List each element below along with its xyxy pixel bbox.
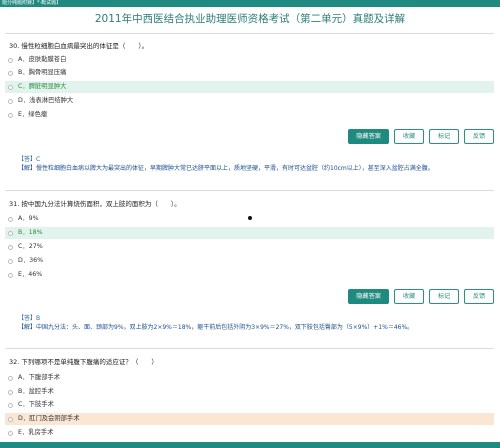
question-text: 30. 慢性粒细胞白血病最突出的体征是（ ）。 (9, 42, 149, 50)
radio-icon[interactable] (8, 402, 13, 408)
radio-icon[interactable] (8, 244, 13, 250)
favorite-button[interactable]: 收藏 (394, 129, 424, 144)
option-d[interactable]: D．肛门及会阴部手术 (5, 413, 494, 425)
option-c[interactable]: C．下肢手术 (5, 399, 494, 411)
option-a[interactable]: A．皮肤黏膜苍白 (5, 54, 494, 66)
option-b[interactable]: B．盆腔手术 (5, 386, 494, 398)
option-label: B．胸骨明显压痛 (18, 69, 67, 76)
hide-answer-button[interactable]: 隐藏答案 (348, 289, 389, 304)
option-c[interactable]: C．27% (5, 241, 494, 253)
breadcrumb[interactable]: 题分纯题附赛】*·概试题】 (0, 0, 120, 7)
radio-icon[interactable] (8, 84, 13, 90)
option-label: E．46% (18, 271, 43, 278)
option-label: E．绿色瘤 (18, 111, 48, 118)
option-label: A．9% (18, 215, 39, 222)
question-actions: 隐藏答案 收藏 标记 反馈 (348, 289, 494, 304)
option-label: D．肛门及会阴部手术 (18, 415, 80, 422)
option-label: A．下腹部手术 (18, 374, 61, 381)
hide-answer-button[interactable]: 隐藏答案 (348, 129, 389, 144)
option-label: B．18% (18, 229, 43, 236)
radio-icon[interactable] (8, 70, 13, 76)
radio-icon[interactable] (8, 416, 13, 422)
question-text: 32. 下列哪项不是单纯腹下腹痛的适应证？（ ） (9, 358, 158, 366)
question-actions: 隐藏答案 收藏 标记 反馈 (348, 129, 494, 144)
radio-icon[interactable] (8, 389, 13, 395)
radio-icon[interactable] (8, 98, 13, 104)
option-label: C．下肢手术 (18, 401, 54, 408)
option-e[interactable]: E．46% (5, 269, 494, 281)
radio-icon[interactable] (8, 272, 13, 278)
top-bar: 题分纯题附赛】*·概试题】 (0, 0, 500, 7)
option-label: C．脾脏明显肿大 (18, 83, 67, 90)
divider (5, 348, 494, 349)
answer-text: 【答】B (18, 315, 41, 322)
option-e[interactable]: E．绿色瘤 (5, 109, 494, 121)
radio-icon[interactable] (8, 230, 13, 236)
page-title: 2011年中西医结合执业助理医师资格考试（第二单元）真题及详解 (94, 13, 406, 25)
mark-button[interactable]: 标记 (429, 129, 459, 144)
divider (5, 33, 494, 34)
option-label: E．乳房手术 (18, 429, 54, 436)
option-a[interactable]: A．下腹部手术 (5, 372, 494, 384)
answer-block: 【答】C 【解】慢性粒细胞白血病以脾大为最突出的体征，早期脾肿大常已达脐平面以上… (18, 155, 434, 173)
option-label: B．盆腔手术 (18, 388, 54, 395)
answer-block: 【答】B 【解】中国九分法：头、面、颈部为9%，双上肢为2×9%＝18%，躯干前… (18, 314, 413, 332)
option-label: A．皮肤黏膜苍白 (18, 56, 67, 63)
option-label: D．36% (18, 257, 44, 264)
answer-text: 【答】C (18, 156, 41, 163)
radio-icon[interactable] (8, 375, 13, 381)
option-b[interactable]: B．18% (5, 227, 494, 239)
mark-button[interactable]: 标记 (429, 289, 459, 304)
feedback-button[interactable]: 反馈 (464, 289, 494, 304)
bottom-bar (0, 442, 500, 448)
option-e[interactable]: E．乳房手术 (5, 427, 494, 439)
feedback-button[interactable]: 反馈 (464, 129, 494, 144)
radio-icon[interactable] (8, 57, 13, 63)
question-text: 31. 按中国九分法计算烧伤面积，双上肢的面积为（ ）。 (9, 200, 181, 208)
option-b[interactable]: B．胸骨明显压痛 (5, 67, 494, 79)
favorite-button[interactable]: 收藏 (394, 289, 424, 304)
option-d[interactable]: D．浅表淋巴结肿大 (5, 95, 494, 107)
radio-icon[interactable] (8, 430, 13, 436)
option-c[interactable]: C．脾脏明显肿大 (5, 81, 494, 93)
radio-icon[interactable] (8, 258, 13, 264)
explanation-text: 【解】慢性粒细胞白血病以脾大为最突出的体征，早期脾肿大常已达脐平面以上，质地坚硬… (18, 165, 434, 172)
radio-icon[interactable] (8, 216, 13, 222)
radio-icon[interactable] (8, 112, 13, 118)
option-label: D．浅表淋巴结肿大 (18, 97, 74, 104)
explanation-text: 【解】中国九分法：头、面、颈部为9%，双上肢为2×9%＝18%，躯干前后包括外阴… (18, 324, 414, 331)
option-d[interactable]: D．36% (5, 255, 494, 267)
divider (5, 190, 494, 191)
option-label: C．27% (18, 243, 43, 250)
cursor-dot (248, 216, 252, 220)
